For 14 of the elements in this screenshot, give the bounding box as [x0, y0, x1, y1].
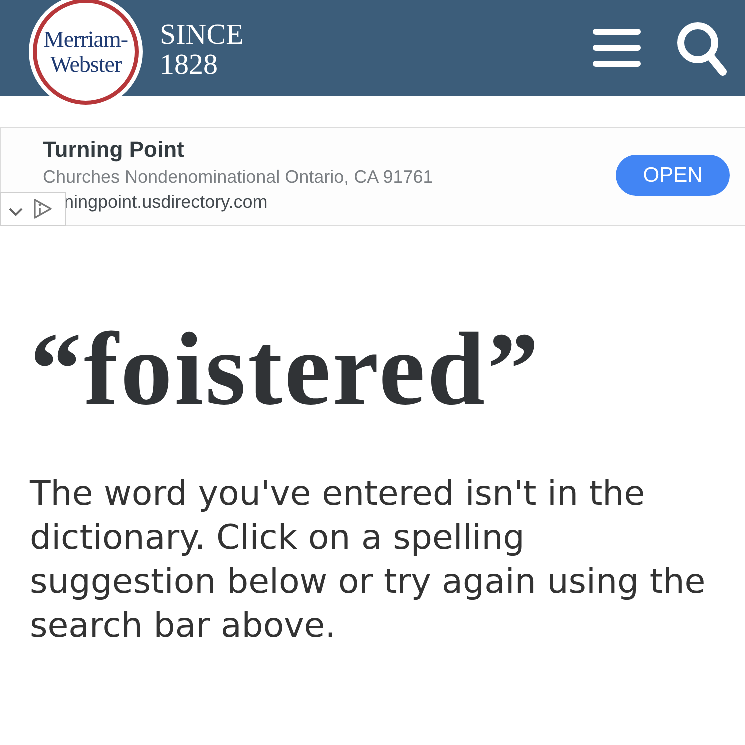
menu-icon[interactable]: [593, 29, 641, 67]
play-info-icon: [33, 199, 53, 219]
ad-banner[interactable]: Turning Point Churches Nondenominational Ontario, CA 91761 ningpoint.usdirectory.com OPEN: [0, 127, 745, 226]
ad-choices-badge[interactable]: [0, 192, 66, 226]
not-found-message: The word you've entered isn't in the dictionary. Click on a spelling suggestion below or try again using the search bar above.: [30, 473, 707, 648]
headword: “foistered”: [30, 315, 542, 425]
tagline: SINCE 1828: [160, 20, 244, 80]
search-icon[interactable]: [677, 22, 727, 76]
logo-text: Merriam- Webster: [44, 27, 128, 77]
ad-url: ningpoint.usdirectory.com: [63, 191, 269, 214]
ad-title: Turning Point: [43, 137, 186, 163]
open-button[interactable]: OPEN: [616, 155, 730, 196]
ad-subtitle: Churches Nondenominational Ontario, CA 91761: [43, 166, 434, 189]
chevron-down-icon: [9, 208, 23, 216]
